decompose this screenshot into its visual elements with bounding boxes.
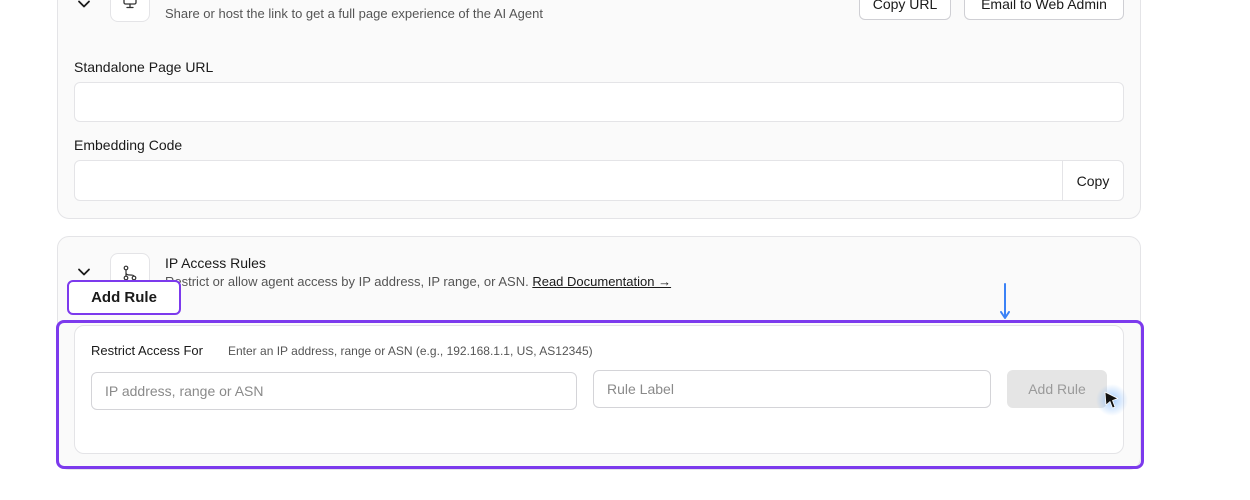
standalone-description: Share or host the link to get a full pag… [165, 6, 543, 21]
embedding-code-label: Embedding Code [74, 137, 183, 153]
rule-label-input[interactable] [593, 370, 991, 408]
cursor-icon [1096, 384, 1128, 416]
add-rule-button[interactable]: Add Rule [1007, 370, 1107, 408]
ip-rules-title: IP Access Rules [165, 255, 266, 271]
copy-url-button[interactable]: Copy URL [859, 0, 951, 20]
ip-rules-description: Restrict or allow agent access by IP add… [165, 274, 529, 289]
standalone-icon-box [110, 0, 150, 22]
embedding-code-field[interactable]: Copy [74, 160, 1124, 201]
restrict-access-title: Restrict Access For [91, 343, 203, 358]
email-to-web-admin-button[interactable]: Email to Web Admin [964, 0, 1124, 20]
restrict-access-help: Enter an IP address, range or ASN (e.g.,… [228, 344, 593, 358]
ip-address-input[interactable] [91, 372, 577, 410]
read-documentation-link[interactable]: Read Documentation → [532, 274, 671, 289]
add-rule-tooltip: Add Rule [67, 280, 181, 315]
standalone-url-field[interactable] [74, 82, 1124, 122]
chevron-down-icon[interactable] [77, 265, 91, 279]
monitor-icon [123, 0, 137, 9]
standalone-url-label: Standalone Page URL [74, 59, 214, 75]
chevron-down-icon[interactable] [77, 0, 91, 11]
copy-embed-button[interactable]: Copy [1062, 161, 1123, 200]
ip-rules-description-line: Restrict or allow agent access by IP add… [165, 274, 671, 289]
arrow-down-icon [1000, 283, 1010, 319]
